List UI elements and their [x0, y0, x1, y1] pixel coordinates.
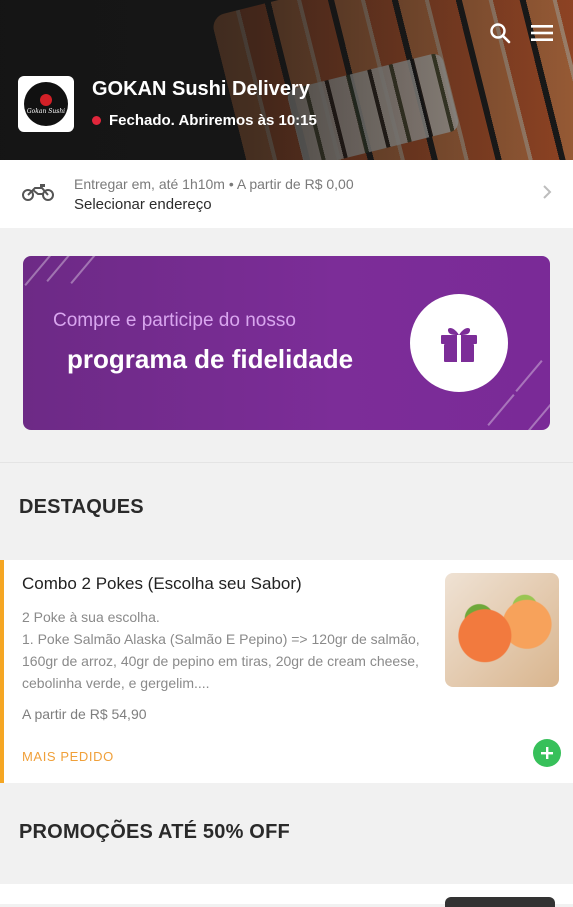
product-card[interactable]: Combo 2 Pokes (Escolha seu Sabor) 2 Poke…	[0, 560, 573, 783]
add-to-cart-button[interactable]	[533, 739, 561, 767]
banner-subtitle: Compre e participe do nosso	[53, 310, 296, 331]
product-title: Combo 2 Pokes (Escolha seu Sabor)	[22, 574, 302, 593]
delivery-address-selector[interactable]: Entregar em, até 1h10m • A partir de R$ …	[0, 160, 573, 228]
banner-title: programa de fidelidade	[67, 344, 354, 374]
store-status: Fechado. Abriremos às 10:15	[92, 112, 317, 129]
closed-status-icon	[92, 116, 101, 125]
product-description: 2 Poke à sua escolha. 1. Poke Salmão Ala…	[22, 609, 420, 691]
menu-icon[interactable]	[529, 20, 555, 46]
next-product-image	[445, 897, 555, 907]
header-actions	[487, 20, 555, 46]
product-image	[445, 573, 559, 687]
chevron-right-icon	[541, 183, 561, 206]
store-logo: Gokan Sushi	[18, 76, 74, 132]
select-address-label: Selecionar endereço	[74, 195, 212, 213]
product-price: A partir de R$ 54,90	[22, 706, 147, 722]
gift-icon	[410, 294, 508, 392]
status-text: Fechado. Abriremos às 10:15	[109, 112, 317, 129]
store-header: Gokan Sushi GOKAN Sushi Delivery Fechado…	[0, 0, 573, 160]
store-name: GOKAN Sushi Delivery	[92, 78, 310, 100]
plus-icon	[541, 747, 553, 759]
highlights-title: DESTAQUES	[19, 496, 144, 518]
promotions-title: PROMOÇÕES ATÉ 50% OFF	[19, 821, 290, 843]
motorcycle-icon	[22, 182, 54, 207]
search-icon[interactable]	[487, 20, 513, 46]
delivery-info: Entregar em, até 1h10m • A partir de R$ …	[74, 175, 354, 192]
loyalty-program-banner[interactable]: Compre e participe do nosso programa de …	[23, 256, 550, 430]
most-ordered-badge: MAIS PEDIDO	[22, 749, 114, 764]
logo-text: Gokan Sushi	[26, 107, 66, 115]
